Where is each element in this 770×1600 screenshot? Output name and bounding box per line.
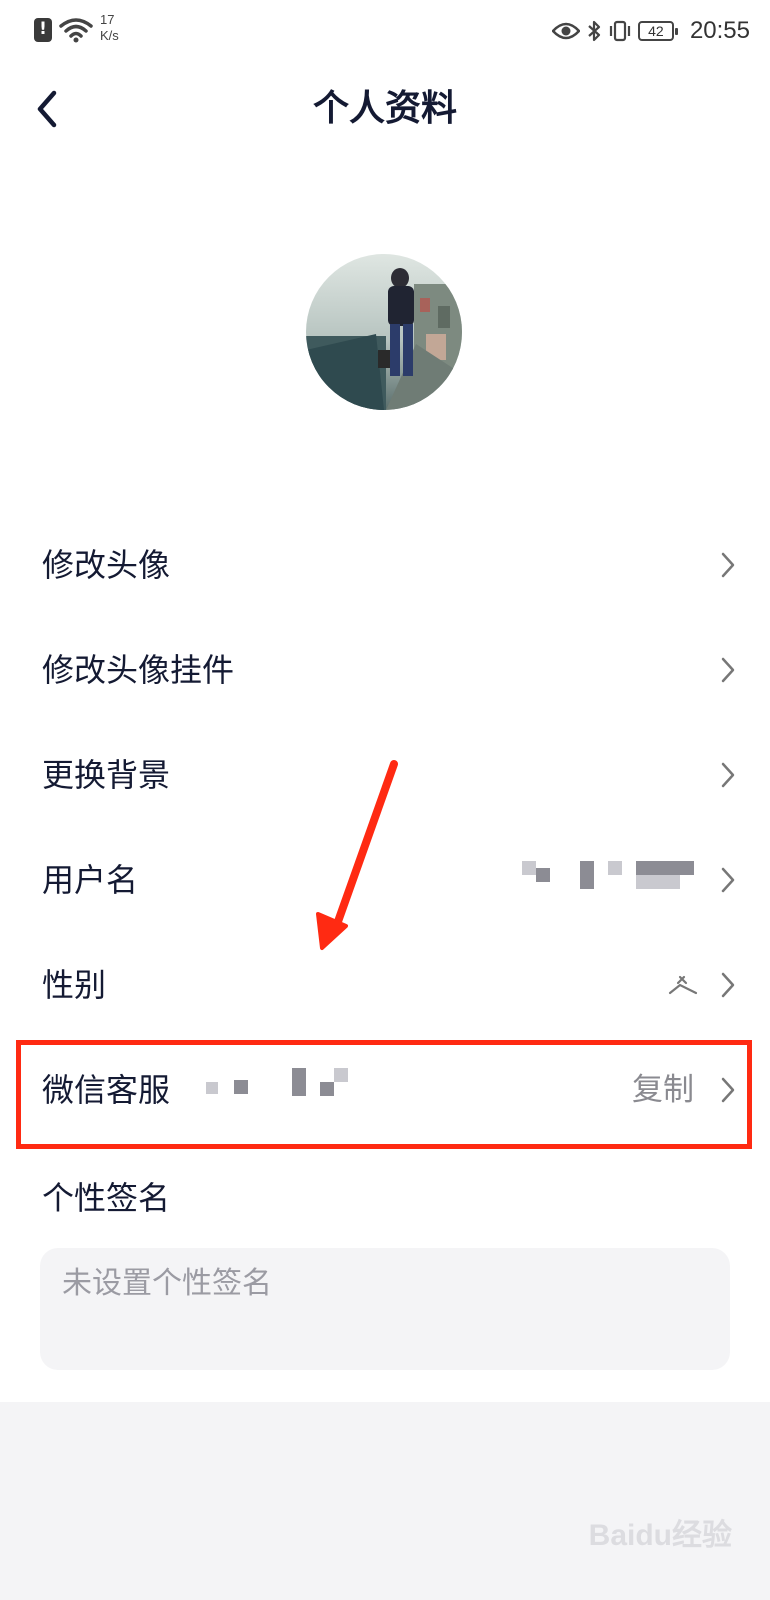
menu-item-change-background[interactable]: 更换背景 (0, 723, 770, 828)
network-speed-value: 17 (100, 12, 115, 27)
menu-item-label: 性别 (42, 966, 107, 1004)
vibrate-icon (609, 20, 631, 42)
signature-box[interactable] (40, 1248, 730, 1370)
status-bar: 17 K/s 42 20:55 (0, 0, 770, 62)
chevron-right-icon (721, 867, 735, 893)
menu-item-change-avatar-pendant[interactable]: 修改头像挂件 (0, 618, 770, 723)
wifi-icon (59, 18, 93, 43)
page-title: 个人资料 (312, 88, 457, 129)
menu-item-label: 修改头像挂件 (42, 651, 235, 689)
menu-item-username[interactable]: 用户名 (0, 828, 770, 933)
battery-icon: 42 (637, 21, 678, 41)
eye-icon (551, 22, 580, 40)
chevron-right-icon (721, 972, 735, 998)
chevron-right-icon (721, 657, 735, 683)
battery-level: 42 (648, 23, 664, 39)
signature-label: 个性签名 (42, 1179, 171, 1217)
bluetooth-icon (588, 20, 601, 42)
chevron-right-icon (721, 552, 735, 578)
gender-value-redacted (668, 975, 698, 995)
header: 个人资料 (0, 62, 770, 158)
menu-item-gender[interactable]: 性别 (0, 933, 770, 1038)
signature-input[interactable] (62, 1266, 702, 1301)
alert-icon (34, 18, 52, 42)
footer-area (0, 1402, 770, 1600)
menu-item-change-avatar[interactable]: 修改头像 (0, 513, 770, 618)
menu-item-label: 更换背景 (42, 756, 171, 794)
avatar[interactable] (306, 254, 462, 410)
highlight-box-annotation (16, 1040, 752, 1149)
status-time: 20:55 (689, 17, 750, 44)
network-speed: 17 K/s (100, 12, 119, 44)
menu-item-label: 用户名 (42, 861, 139, 899)
network-speed-unit: K/s (100, 28, 119, 43)
baidu-watermark: Baidu经验 (588, 1519, 732, 1552)
menu-item-label: 修改头像 (42, 546, 171, 584)
chevron-right-icon (721, 762, 735, 788)
avatar-photo (306, 254, 462, 410)
